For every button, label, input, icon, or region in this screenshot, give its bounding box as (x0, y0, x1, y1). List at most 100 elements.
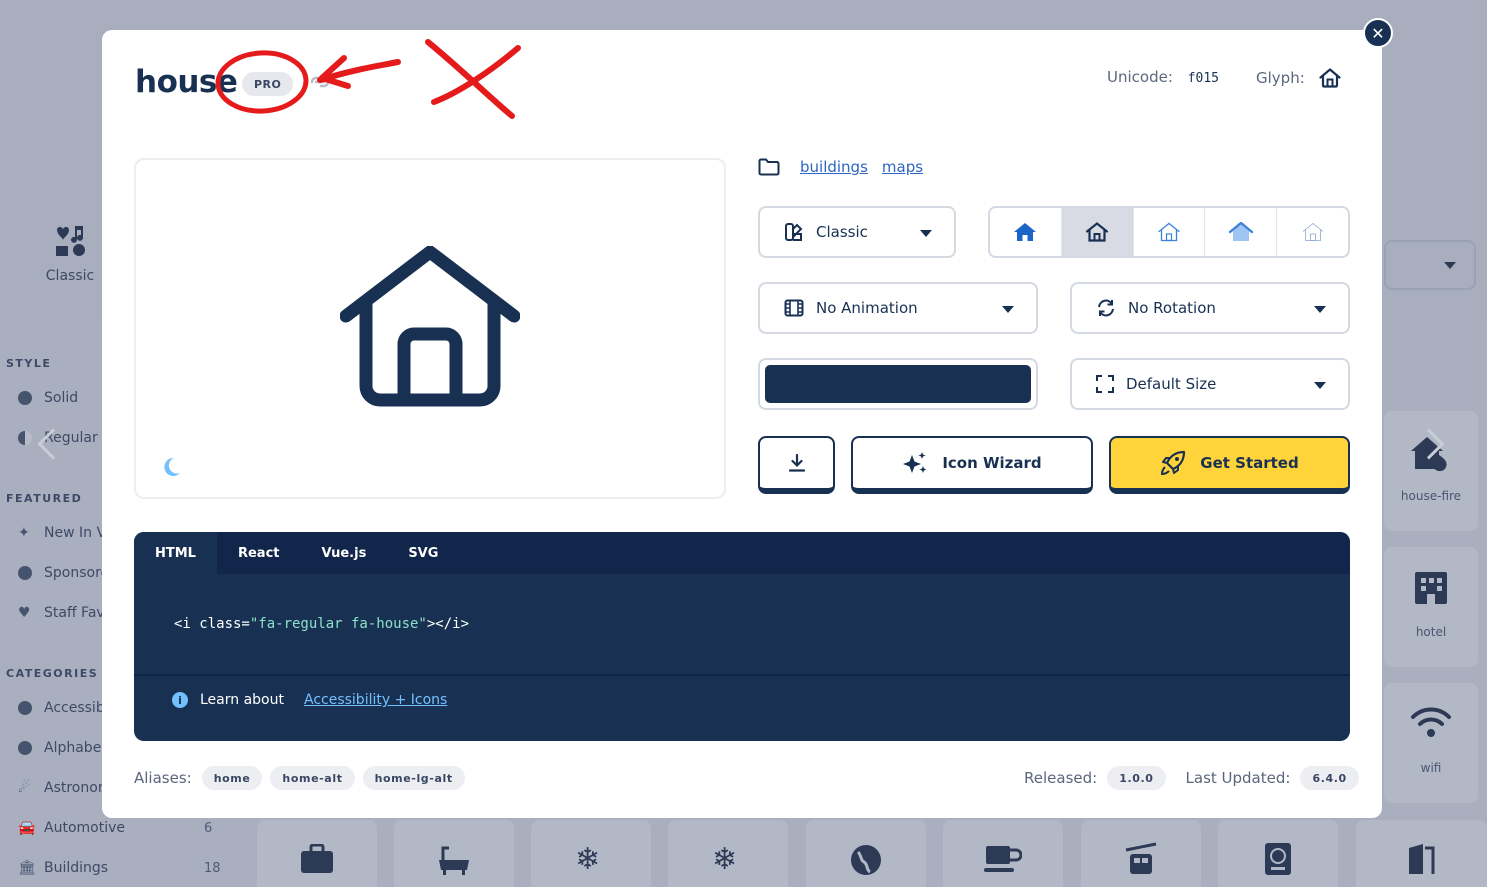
style-option-regular[interactable] (1061, 208, 1134, 256)
icon-card-passport[interactable] (1218, 820, 1338, 887)
chevron-down-icon (1444, 262, 1456, 269)
sidebar-item-label: New In V (44, 525, 107, 541)
alias-pill[interactable]: home-alt (270, 766, 355, 790)
wifi-icon (1411, 707, 1451, 737)
door-open-icon (1408, 844, 1434, 874)
icon-card-wifi[interactable]: wifi (1384, 683, 1478, 803)
released-label: Released: (1024, 769, 1098, 787)
style-option-thin[interactable] (1277, 208, 1348, 256)
icon-card-briefcase[interactable] (257, 820, 377, 887)
sidebar-item-new[interactable]: ✦ New In V (18, 525, 106, 541)
bath-icon (439, 846, 469, 875)
style-option-light[interactable] (1134, 208, 1206, 256)
icon-card-globe[interactable] (806, 820, 926, 887)
tab-svg[interactable]: SVG (387, 532, 459, 574)
icon-card-bath[interactable] (394, 820, 514, 887)
radio-icon (18, 391, 32, 405)
icon-wizard-label: Icon Wizard (942, 454, 1042, 472)
learn-about-text: Learn about (200, 692, 284, 708)
sidebar-item-label: Solid (44, 390, 79, 406)
globe-icon (851, 845, 881, 875)
code-snippet-prefix: <i class= (174, 616, 250, 632)
alias-pill[interactable]: home-lg-alt (362, 766, 465, 790)
folder-icon (758, 158, 780, 176)
animation-select-value: No Animation (816, 299, 918, 317)
house-preview-icon (340, 246, 520, 407)
style-classic-button[interactable]: Classic (30, 224, 110, 284)
unicode-value[interactable]: f015 (1188, 71, 1219, 86)
alias-pill[interactable]: home (201, 766, 263, 790)
sidebar-heading-categories: CATEGORIES (6, 667, 99, 680)
sidebar-heading-style: STYLE (6, 357, 52, 370)
building-icon: 🏛 (18, 860, 36, 876)
category-link-buildings[interactable]: buildings (800, 158, 868, 176)
style-classic-label: Classic (45, 268, 95, 284)
icon-card-door[interactable] (1356, 820, 1487, 887)
icon-card-cable-car[interactable] (1081, 820, 1201, 887)
sidebar-item-solid[interactable]: Solid (18, 390, 78, 406)
expand-icon (1096, 375, 1114, 393)
rotation-select[interactable]: No Rotation (1070, 282, 1350, 334)
snowflake-icon: ❄ (575, 842, 601, 877)
sidebar-item-sponsored[interactable]: Sponsore (18, 565, 109, 581)
color-swatch (765, 365, 1031, 403)
sidebar-item-buildings[interactable]: 🏛 Buildings 18 (18, 860, 238, 876)
alphabet-icon (18, 741, 32, 755)
version-info: Released: 1.0.0 Last Updated: 6.4.0 (1024, 766, 1359, 790)
icon-card-house-fire[interactable]: house-fire (1384, 411, 1478, 531)
sidebar-item-label: Automotive (44, 820, 125, 836)
icon-card-mug[interactable] (943, 820, 1063, 887)
download-button[interactable] (758, 436, 835, 494)
code-snippet-suffix: ></i> (426, 616, 470, 632)
sidebar-item-count: 18 (204, 860, 221, 876)
house-regular-icon (1086, 222, 1109, 242)
sidebar-item-staff-favorites[interactable]: ♥ Staff Fav (18, 605, 105, 621)
background-select[interactable] (1384, 240, 1476, 290)
size-select[interactable]: Default Size (1070, 358, 1350, 410)
house-light-icon (1158, 222, 1180, 242)
icon-card-label: wifi (1420, 761, 1442, 775)
family-select-value: Classic (816, 223, 868, 241)
icon-card-label: hotel (1415, 625, 1447, 639)
last-updated-version: 6.4.0 (1300, 766, 1359, 790)
color-picker[interactable] (758, 358, 1038, 410)
sidebar-item-alphabet[interactable]: Alphabe (18, 740, 101, 756)
unicode-label: Unicode: (1107, 68, 1173, 86)
icon-card-hotel[interactable]: hotel (1384, 547, 1478, 667)
get-started-button[interactable]: Get Started (1109, 436, 1350, 494)
close-icon[interactable]: ✕ (1363, 18, 1393, 48)
category-link-maps[interactable]: maps (882, 158, 923, 176)
accessibility-link[interactable]: Accessibility + Icons (304, 692, 447, 708)
sidebar-item-automotive[interactable]: 🚘 Automotive 6 (18, 820, 238, 836)
tab-html[interactable]: HTML (134, 532, 217, 574)
tab-vuejs[interactable]: Vue.js (301, 532, 388, 574)
half-circle-icon (18, 431, 32, 445)
animation-select[interactable]: No Animation (758, 282, 1038, 334)
code-snippet[interactable]: <i class="fa-regular fa-house"></i> (174, 616, 469, 632)
house-glyph-icon[interactable] (1319, 68, 1341, 88)
icon-title: house (135, 64, 238, 100)
link-icon[interactable] (308, 70, 332, 94)
chevron-down-icon (1002, 306, 1014, 313)
last-updated-label: Last Updated: (1185, 769, 1291, 787)
meteor-icon: ☄ (18, 780, 31, 796)
sidebar-item-astronomy[interactable]: ☄ Astronor (18, 780, 104, 796)
icon-card-snowflake[interactable]: ❄ (531, 820, 651, 887)
icon-wizard-button[interactable]: Icon Wizard (851, 436, 1093, 494)
sidebar-item-accessibility[interactable]: Accessib (18, 700, 105, 716)
style-option-duotone[interactable] (1205, 208, 1278, 256)
unicode-info: Unicode: f015 (1107, 68, 1219, 86)
sidebar-item-label: Alphabe (44, 740, 102, 756)
get-started-label: Get Started (1200, 454, 1299, 472)
glyph-info: Glyph: (1256, 68, 1341, 88)
dark-mode-moon-icon[interactable] (160, 456, 182, 478)
icon-card-snowflake-alt[interactable]: ❄ (668, 820, 788, 887)
style-toggle-group (988, 206, 1350, 258)
code-tabs: HTML React Vue.js SVG (134, 532, 1350, 574)
heart-icon: ♥ (18, 605, 31, 621)
tab-react[interactable]: React (217, 532, 301, 574)
sidebar-item-label: Accessib (44, 700, 105, 716)
family-select[interactable]: Classic (758, 206, 956, 258)
rocket-icon (1161, 450, 1186, 476)
style-option-solid[interactable] (990, 208, 1062, 256)
